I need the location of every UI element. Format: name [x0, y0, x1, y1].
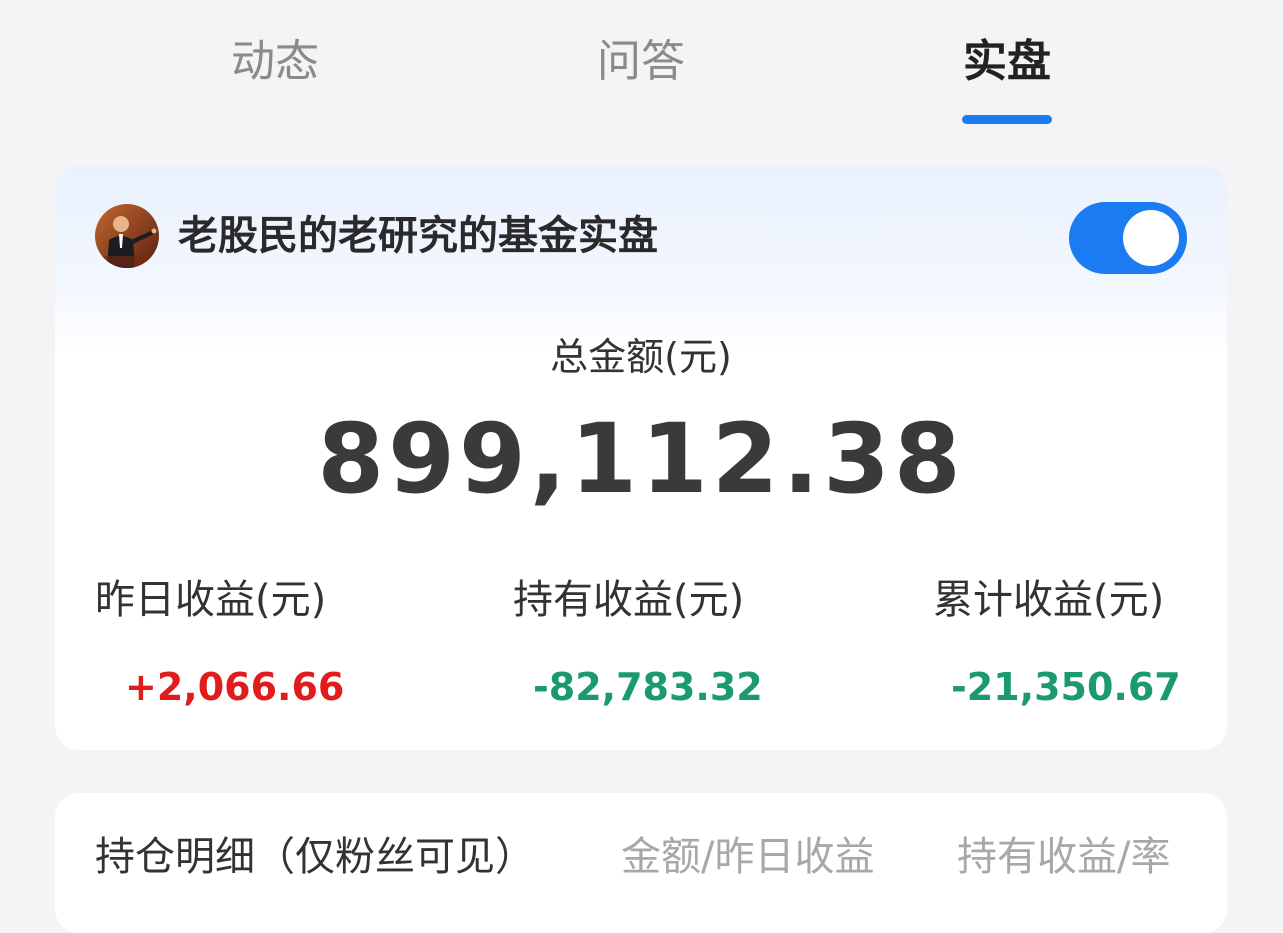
- active-tab-indicator: [962, 115, 1052, 124]
- tab-bar: 动态 问答 实盘: [0, 0, 1283, 140]
- tab-qa[interactable]: 问答: [541, 34, 741, 90]
- account-name: 老股民的老研究的基金实盘: [178, 213, 658, 259]
- total-amount-value: 899,112.38: [317, 403, 965, 515]
- tab-portfolio[interactable]: 实盘: [907, 34, 1107, 90]
- toggle-knob: [1123, 210, 1179, 266]
- holdings-card: 持仓明细（仅粉丝可见） 金额/昨日收益 持有收益/率: [55, 793, 1227, 933]
- portfolio-summary-card: 老股民的老研究的基金实盘 总金额(元) 899,112.38 昨日收益(元) 持…: [55, 166, 1227, 750]
- cumulative-profit-value: -21,350.67: [951, 665, 1181, 709]
- column-header-holding-return[interactable]: 持有收益/率: [957, 831, 1170, 883]
- column-header-amount[interactable]: 金额/昨日收益: [621, 831, 874, 883]
- avatar[interactable]: [95, 204, 159, 268]
- holdings-title: 持仓明细（仅粉丝可见）: [95, 834, 535, 880]
- tab-dynamics[interactable]: 动态: [175, 34, 375, 90]
- cumulative-profit-label: 累计收益(元): [933, 577, 1165, 623]
- total-amount-label: 总金额(元): [550, 335, 732, 379]
- visibility-toggle[interactable]: [1069, 202, 1187, 274]
- yesterday-profit-label: 昨日收益(元): [95, 577, 327, 623]
- avatar-image: [95, 204, 159, 268]
- yesterday-profit-value: +2,066.66: [125, 665, 345, 709]
- holding-profit-value: -82,783.32: [533, 665, 763, 709]
- holding-profit-label: 持有收益(元): [513, 577, 745, 623]
